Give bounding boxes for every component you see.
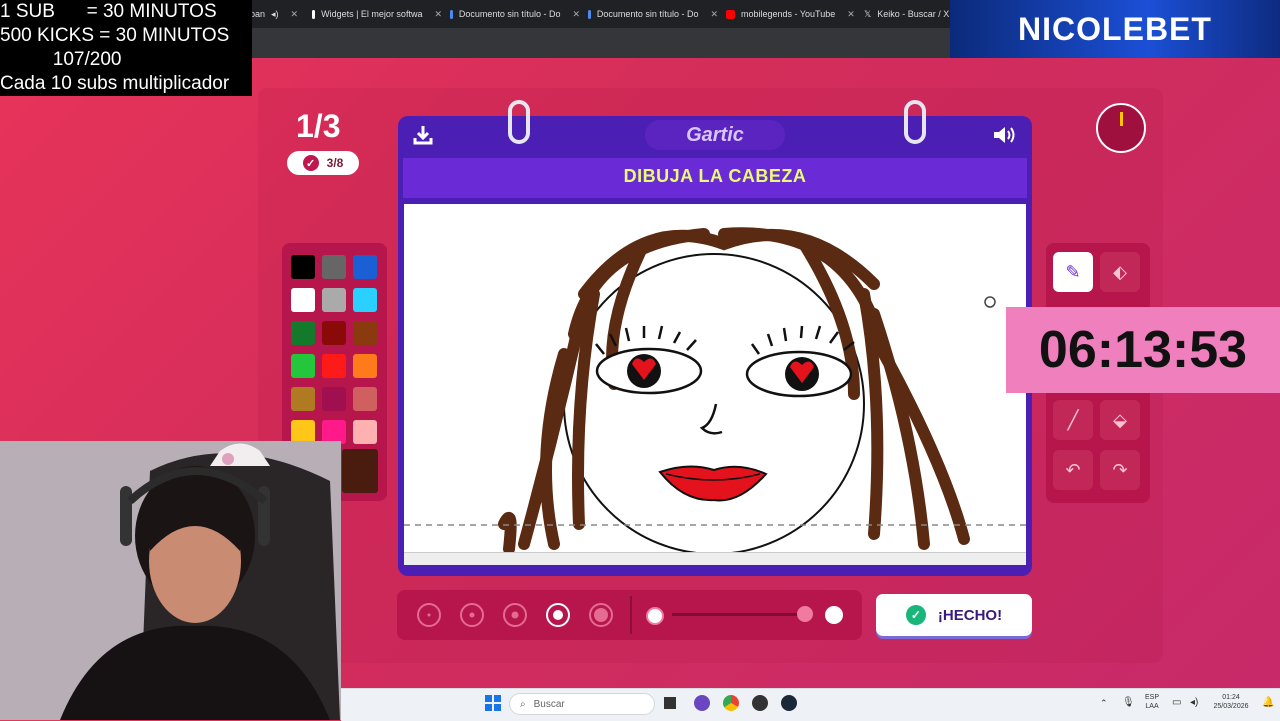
canvas-page-edge bbox=[404, 552, 1026, 565]
close-tab-icon[interactable]: ✕ bbox=[434, 9, 442, 20]
fill-icon[interactable]: ⬙ bbox=[1100, 400, 1140, 440]
overlay-line: 500 KICKS = 30 MINUTOS bbox=[0, 25, 230, 46]
volume-icon[interactable]: ◂) bbox=[1190, 697, 1198, 708]
color-swatch[interactable] bbox=[291, 387, 315, 411]
binder-ring-icon bbox=[904, 100, 926, 144]
windows-start-icon[interactable] bbox=[485, 695, 501, 711]
stroke-size-xs[interactable] bbox=[417, 603, 441, 627]
browser-tab[interactable]: Documento sin título - Do ✕ bbox=[450, 0, 580, 28]
opacity-max-icon bbox=[825, 606, 843, 624]
players-done-badge: ✓ 3/8 bbox=[287, 151, 359, 175]
color-swatch[interactable] bbox=[322, 321, 346, 345]
speaker-icon[interactable] bbox=[992, 124, 1018, 152]
close-tab-icon[interactable]: ✕ bbox=[572, 9, 580, 20]
color-swatch[interactable] bbox=[353, 321, 377, 345]
opacity-slider-handle[interactable] bbox=[797, 606, 813, 622]
youtube-favicon-icon bbox=[726, 9, 735, 19]
browser-tab[interactable]: Documento sin título - Do ✕ bbox=[588, 0, 718, 28]
close-tab-icon[interactable]: ✕ bbox=[710, 9, 718, 20]
redo-icon[interactable]: ↷ bbox=[1100, 450, 1140, 490]
browser-tab-partial[interactable]: pan ◂) ✕ bbox=[250, 0, 305, 28]
obs-icon[interactable] bbox=[752, 695, 768, 711]
notifications-icon[interactable]: 🔔 bbox=[1262, 697, 1274, 708]
color-swatch[interactable] bbox=[353, 354, 377, 378]
browser-tab[interactable]: 𝕏 Keiko - Buscar / X bbox=[864, 0, 954, 28]
tab-favicon-icon bbox=[312, 9, 316, 19]
browser-toolbar bbox=[250, 28, 950, 58]
browser-tab[interactable]: Widgets | El mejor softwa ✕ bbox=[312, 0, 442, 28]
chrome-icon[interactable] bbox=[723, 695, 739, 711]
round-counter: 1/3 bbox=[296, 108, 341, 144]
overlay-line: 107/200 bbox=[0, 49, 122, 70]
stroke-size-s[interactable] bbox=[460, 603, 484, 627]
color-swatch[interactable] bbox=[291, 288, 315, 312]
tray-overflow-icon[interactable]: ⌃ bbox=[1100, 698, 1108, 709]
selected-color-preview bbox=[342, 449, 378, 493]
user-drawing bbox=[404, 227, 1026, 552]
clock[interactable]: 01:24 25/03/2026 bbox=[1208, 693, 1254, 711]
language-indicator[interactable]: ESP LAA bbox=[1145, 693, 1159, 711]
color-swatch[interactable] bbox=[322, 288, 346, 312]
binder-ring-icon bbox=[508, 100, 530, 144]
check-icon: ✓ bbox=[302, 155, 319, 171]
microphone-icon[interactable]: 🎙 bbox=[1122, 697, 1135, 708]
line-icon[interactable]: ╱ bbox=[1053, 400, 1093, 440]
speaker-icon: ◂) bbox=[271, 8, 279, 19]
color-swatch[interactable] bbox=[291, 255, 315, 279]
subathon-countdown: 06:13:53 bbox=[1006, 307, 1280, 393]
color-swatch[interactable] bbox=[353, 255, 377, 279]
pencil-icon[interactable]: ✎ bbox=[1053, 252, 1093, 292]
network-icon[interactable]: ▭ bbox=[1172, 697, 1181, 708]
divider bbox=[630, 596, 632, 634]
windows-taskbar bbox=[341, 688, 1280, 721]
docs-favicon-icon bbox=[450, 9, 453, 19]
webcam-feed bbox=[0, 441, 341, 720]
overlay-line: 1 SUB = 30 MINUTOS bbox=[0, 1, 217, 22]
close-tab-icon[interactable]: ✕ bbox=[291, 9, 299, 20]
done-button[interactable]: ✓ ¡HECHO! bbox=[876, 594, 1032, 636]
gartic-logo: Gartic bbox=[645, 120, 785, 150]
task-view-icon[interactable] bbox=[664, 697, 676, 709]
stroke-size-xl[interactable] bbox=[589, 603, 613, 627]
discord-icon[interactable] bbox=[694, 695, 710, 711]
undo-icon[interactable]: ↶ bbox=[1053, 450, 1093, 490]
drawing-prompt: DIBUJA LA CABEZA bbox=[623, 166, 807, 186]
overlay-line: Cada 10 subs multiplicador bbox=[0, 73, 230, 94]
opacity-slider-track[interactable] bbox=[672, 613, 804, 616]
taskbar-search[interactable]: ⌕ Buscar bbox=[509, 693, 655, 715]
browser-tab[interactable]: mobilegends - YouTube ✕ bbox=[726, 0, 856, 28]
search-icon: ⌕ bbox=[520, 698, 526, 710]
stream-goal-overlay: 1 SUB = 30 MINUTOS 500 KICKS = 30 MINUTO… bbox=[0, 0, 252, 96]
steam-icon[interactable] bbox=[781, 695, 797, 711]
color-swatch[interactable] bbox=[291, 321, 315, 345]
streamer-brand-banner: NICOLEBET bbox=[950, 0, 1280, 58]
x-favicon-icon: 𝕏 bbox=[864, 8, 872, 19]
check-icon: ✓ bbox=[905, 605, 926, 625]
color-swatch[interactable] bbox=[291, 354, 315, 378]
docs-favicon-icon bbox=[588, 9, 591, 19]
color-swatch[interactable] bbox=[322, 255, 346, 279]
color-swatch[interactable] bbox=[322, 387, 346, 411]
color-swatch[interactable] bbox=[353, 288, 377, 312]
stroke-size-l[interactable] bbox=[546, 603, 570, 627]
color-swatch[interactable] bbox=[353, 420, 377, 444]
browser-tab-strip: pan ◂) ✕ Widgets | El mejor softwa ✕ Docume… bbox=[250, 0, 950, 28]
eraser-icon[interactable]: ⬖ bbox=[1100, 252, 1140, 292]
timer-icon bbox=[1096, 103, 1146, 153]
opacity-min-icon bbox=[646, 607, 664, 625]
close-tab-icon[interactable]: ✕ bbox=[847, 9, 855, 20]
stroke-size-m[interactable] bbox=[503, 603, 527, 627]
color-swatch[interactable] bbox=[322, 354, 346, 378]
drawing-canvas[interactable] bbox=[404, 204, 1026, 552]
download-icon[interactable] bbox=[412, 124, 434, 152]
color-swatch[interactable] bbox=[353, 387, 377, 411]
